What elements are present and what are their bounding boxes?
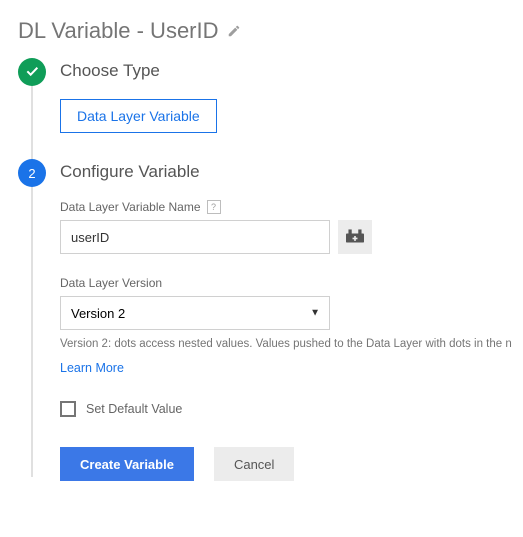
- version-label: Data Layer Version: [60, 276, 162, 290]
- help-icon[interactable]: ?: [207, 200, 221, 214]
- configure-title: Configure Variable: [60, 162, 523, 182]
- set-default-label[interactable]: Set Default Value: [86, 402, 182, 416]
- cancel-button[interactable]: Cancel: [214, 447, 294, 481]
- edit-title-icon[interactable]: [227, 24, 241, 41]
- choose-type-title: Choose Type: [60, 61, 523, 81]
- variable-name-input[interactable]: [60, 220, 330, 254]
- page-title: DL Variable - UserID: [18, 18, 219, 44]
- create-variable-button[interactable]: Create Variable: [60, 447, 194, 481]
- learn-more-link[interactable]: Learn More: [60, 361, 124, 375]
- set-default-checkbox[interactable]: [60, 401, 76, 417]
- brick-plus-icon: [346, 229, 364, 246]
- step-done-badge: [18, 58, 46, 86]
- insert-variable-button[interactable]: [338, 220, 372, 254]
- selected-type-chip[interactable]: Data Layer Variable: [60, 99, 217, 133]
- version-hint: Version 2: dots access nested values. Va…: [60, 338, 523, 350]
- version-select[interactable]: Version 2: [60, 296, 330, 330]
- step-connector: [31, 187, 33, 477]
- check-icon: [24, 63, 40, 82]
- variable-name-label: Data Layer Variable Name: [60, 200, 201, 214]
- step-number-badge: 2: [18, 159, 46, 187]
